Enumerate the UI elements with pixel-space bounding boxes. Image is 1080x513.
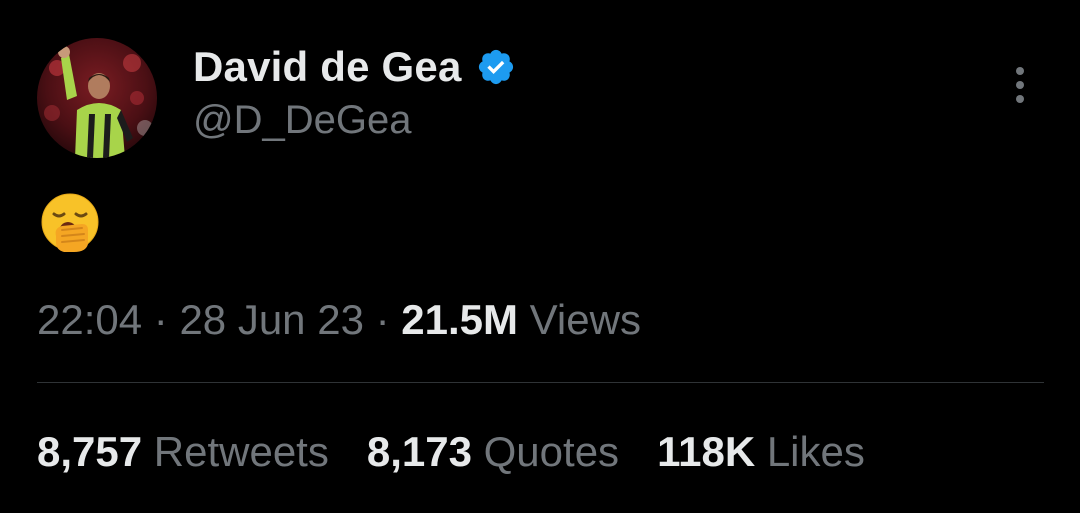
tweet-date[interactable]: 28 Jun 23 bbox=[179, 296, 364, 343]
quotes-label: Quotes bbox=[471, 428, 620, 475]
yawning-face-emoji-icon bbox=[38, 190, 102, 254]
verified-badge-icon bbox=[476, 47, 516, 87]
tweet-metadata: 22:04 · 28 Jun 23 · 21.5M Views bbox=[37, 296, 641, 344]
meta-separator: · bbox=[142, 296, 180, 343]
engagement-stats: 8,757 Retweets 8,173 Quotes 118K Likes bbox=[37, 428, 903, 476]
author-display-name[interactable]: David de Gea bbox=[193, 43, 462, 91]
author-handle[interactable]: @D_DeGea bbox=[193, 98, 411, 143]
likes-label: Likes bbox=[755, 428, 865, 475]
divider bbox=[37, 382, 1044, 383]
tweet-detail: David de Gea @D_DeGea 22:04 · 28 Jun 23 … bbox=[0, 0, 1080, 513]
tweet-time[interactable]: 22:04 bbox=[37, 296, 142, 343]
views-count[interactable]: 21.5M bbox=[401, 296, 518, 343]
quotes-count: 8,173 bbox=[366, 428, 472, 475]
retweets-stat[interactable]: 8,757 Retweets bbox=[37, 428, 329, 476]
likes-stat[interactable]: 118K Likes bbox=[657, 428, 865, 476]
retweets-count: 8,757 bbox=[37, 428, 143, 475]
meta-separator: · bbox=[363, 296, 402, 343]
profile-photo-icon bbox=[37, 38, 157, 158]
avatar[interactable] bbox=[37, 38, 157, 158]
quotes-stat[interactable]: 8,173 Quotes bbox=[367, 428, 619, 476]
views-label: Views bbox=[518, 296, 641, 343]
author-name-row: David de Gea bbox=[193, 42, 516, 92]
more-options-icon[interactable] bbox=[1004, 64, 1036, 108]
retweets-label: Retweets bbox=[142, 428, 329, 475]
likes-count: 118K bbox=[657, 428, 756, 475]
